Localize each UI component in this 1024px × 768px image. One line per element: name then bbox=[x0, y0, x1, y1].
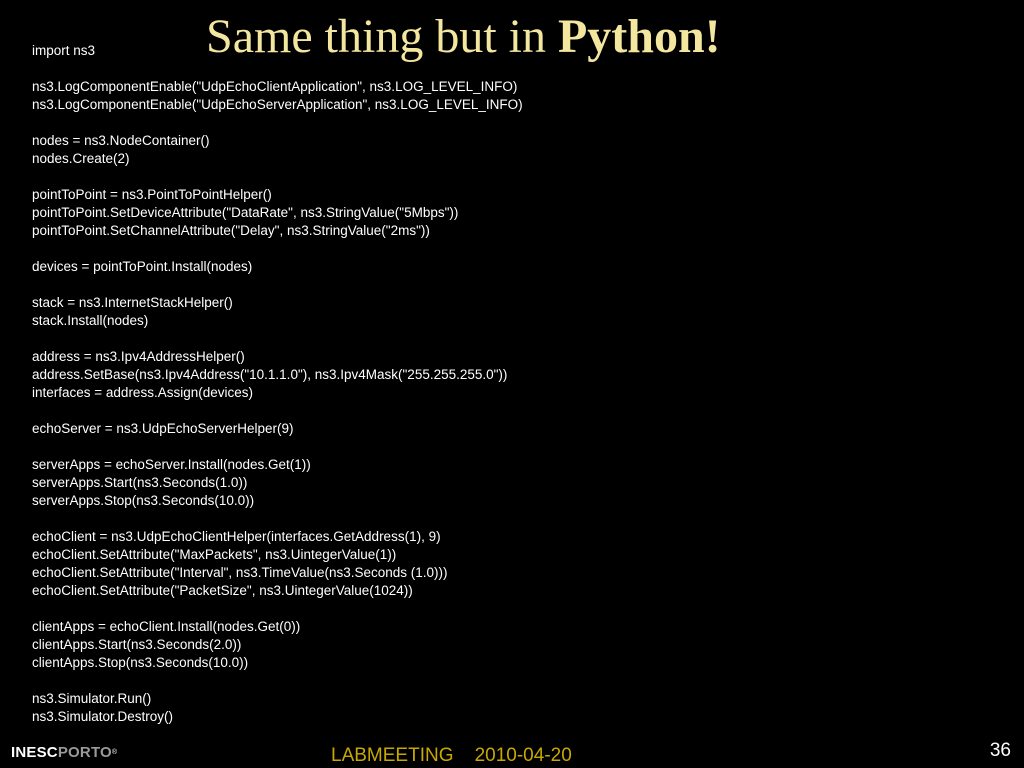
logo-text-porto: PORTO bbox=[57, 744, 112, 761]
code-line: ns3.LogComponentEnable("UdpEchoServerApp… bbox=[32, 97, 523, 112]
page-number: 36 bbox=[989, 740, 1011, 761]
code-line: pointToPoint.SetDeviceAttribute("DataRat… bbox=[32, 205, 459, 220]
code-line: serverApps = echoServer.Install(nodes.Ge… bbox=[32, 457, 311, 472]
code-line: import ns3 bbox=[32, 43, 96, 58]
logo-text-inesc: INESC bbox=[11, 744, 58, 761]
code-line: echoClient.SetAttribute("PacketSize", ns… bbox=[32, 583, 413, 598]
code-line: pointToPoint.SetChannelAttribute("Delay"… bbox=[32, 223, 430, 238]
inescporto-logo: INESCPORTO® bbox=[11, 744, 117, 762]
code-line: serverApps.Stop(ns3.Seconds(10.0)) bbox=[32, 493, 255, 508]
code-line: stack = ns3.InternetStackHelper() bbox=[32, 295, 233, 310]
code-block: import ns3 ns3.LogComponentEnable("UdpEch… bbox=[32, 42, 523, 726]
footer-meeting-label: LABMEETING 2010-04-20 bbox=[331, 745, 572, 766]
code-line: echoClient.SetAttribute("Interval", ns3.… bbox=[32, 565, 448, 580]
code-line: ns3.LogComponentEnable("UdpEchoClientApp… bbox=[32, 79, 518, 94]
code-line: nodes = ns3.NodeContainer() bbox=[32, 133, 210, 148]
code-line: interfaces = address.Assign(devices) bbox=[32, 385, 253, 400]
code-line: pointToPoint = ns3.PointToPointHelper() bbox=[32, 187, 272, 202]
code-line: clientApps.Start(ns3.Seconds(2.0)) bbox=[32, 637, 242, 652]
code-line: ns3.Simulator.Run() bbox=[32, 691, 152, 706]
code-line: stack.Install(nodes) bbox=[32, 313, 149, 328]
slide-title-emphasis: Python! bbox=[557, 10, 721, 63]
code-line: echoServer = ns3.UdpEchoServerHelper(9) bbox=[32, 421, 294, 436]
code-line: echoClient.SetAttribute("MaxPackets", ns… bbox=[32, 547, 397, 562]
code-line: address.SetBase(ns3.Ipv4Address("10.1.1.… bbox=[32, 367, 508, 382]
code-line: echoClient = ns3.UdpEchoClientHelper(int… bbox=[32, 529, 441, 544]
code-line: address = ns3.Ipv4AddressHelper() bbox=[32, 349, 245, 364]
code-line: devices = pointToPoint.Install(nodes) bbox=[32, 259, 253, 274]
code-line: nodes.Create(2) bbox=[32, 151, 130, 166]
code-line: clientApps = echoClient.Install(nodes.Ge… bbox=[32, 619, 301, 634]
code-line: serverApps.Start(ns3.Seconds(1.0)) bbox=[32, 475, 248, 490]
code-line: ns3.Simulator.Destroy() bbox=[32, 709, 174, 724]
code-line: clientApps.Stop(ns3.Seconds(10.0)) bbox=[32, 655, 249, 670]
registered-mark-icon: ® bbox=[111, 749, 118, 756]
